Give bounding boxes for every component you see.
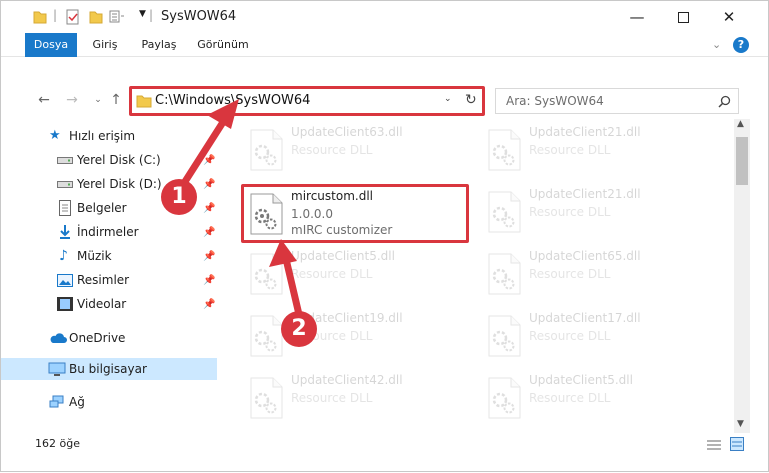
explorer-window: | ▼ | SysWOW64 — ✕ Dosya Giriş Paylaş Gö… — [0, 0, 769, 472]
annotation-arrows — [175, 99, 305, 327]
step-2-badge: 2 — [281, 311, 317, 347]
step-1-badge: 1 — [161, 179, 197, 215]
arrow-2-head — [269, 239, 297, 267]
